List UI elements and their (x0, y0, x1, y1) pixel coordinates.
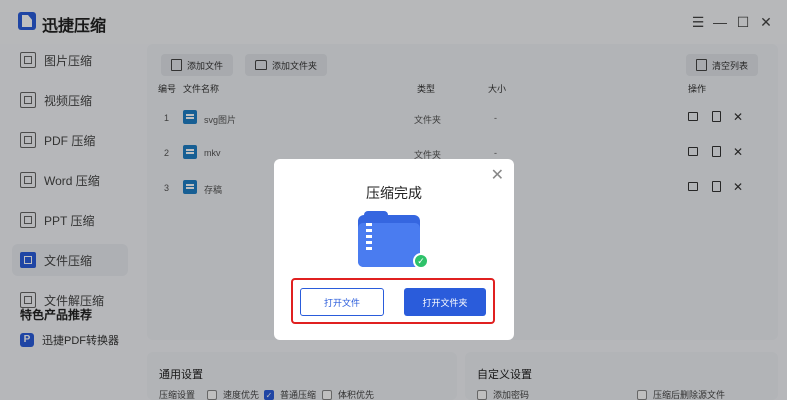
open-file-button[interactable]: 打开文件 (300, 288, 384, 316)
close-icon[interactable]: ✕ (491, 165, 504, 185)
zipper-icon (366, 223, 372, 253)
compress-complete-dialog: ✕ 压缩完成 ✓ 打开文件 打开文件夹 (274, 159, 514, 340)
success-check-icon: ✓ (413, 253, 429, 269)
open-folder-button[interactable]: 打开文件夹 (404, 288, 486, 316)
dialog-title: 压缩完成 (366, 185, 422, 201)
